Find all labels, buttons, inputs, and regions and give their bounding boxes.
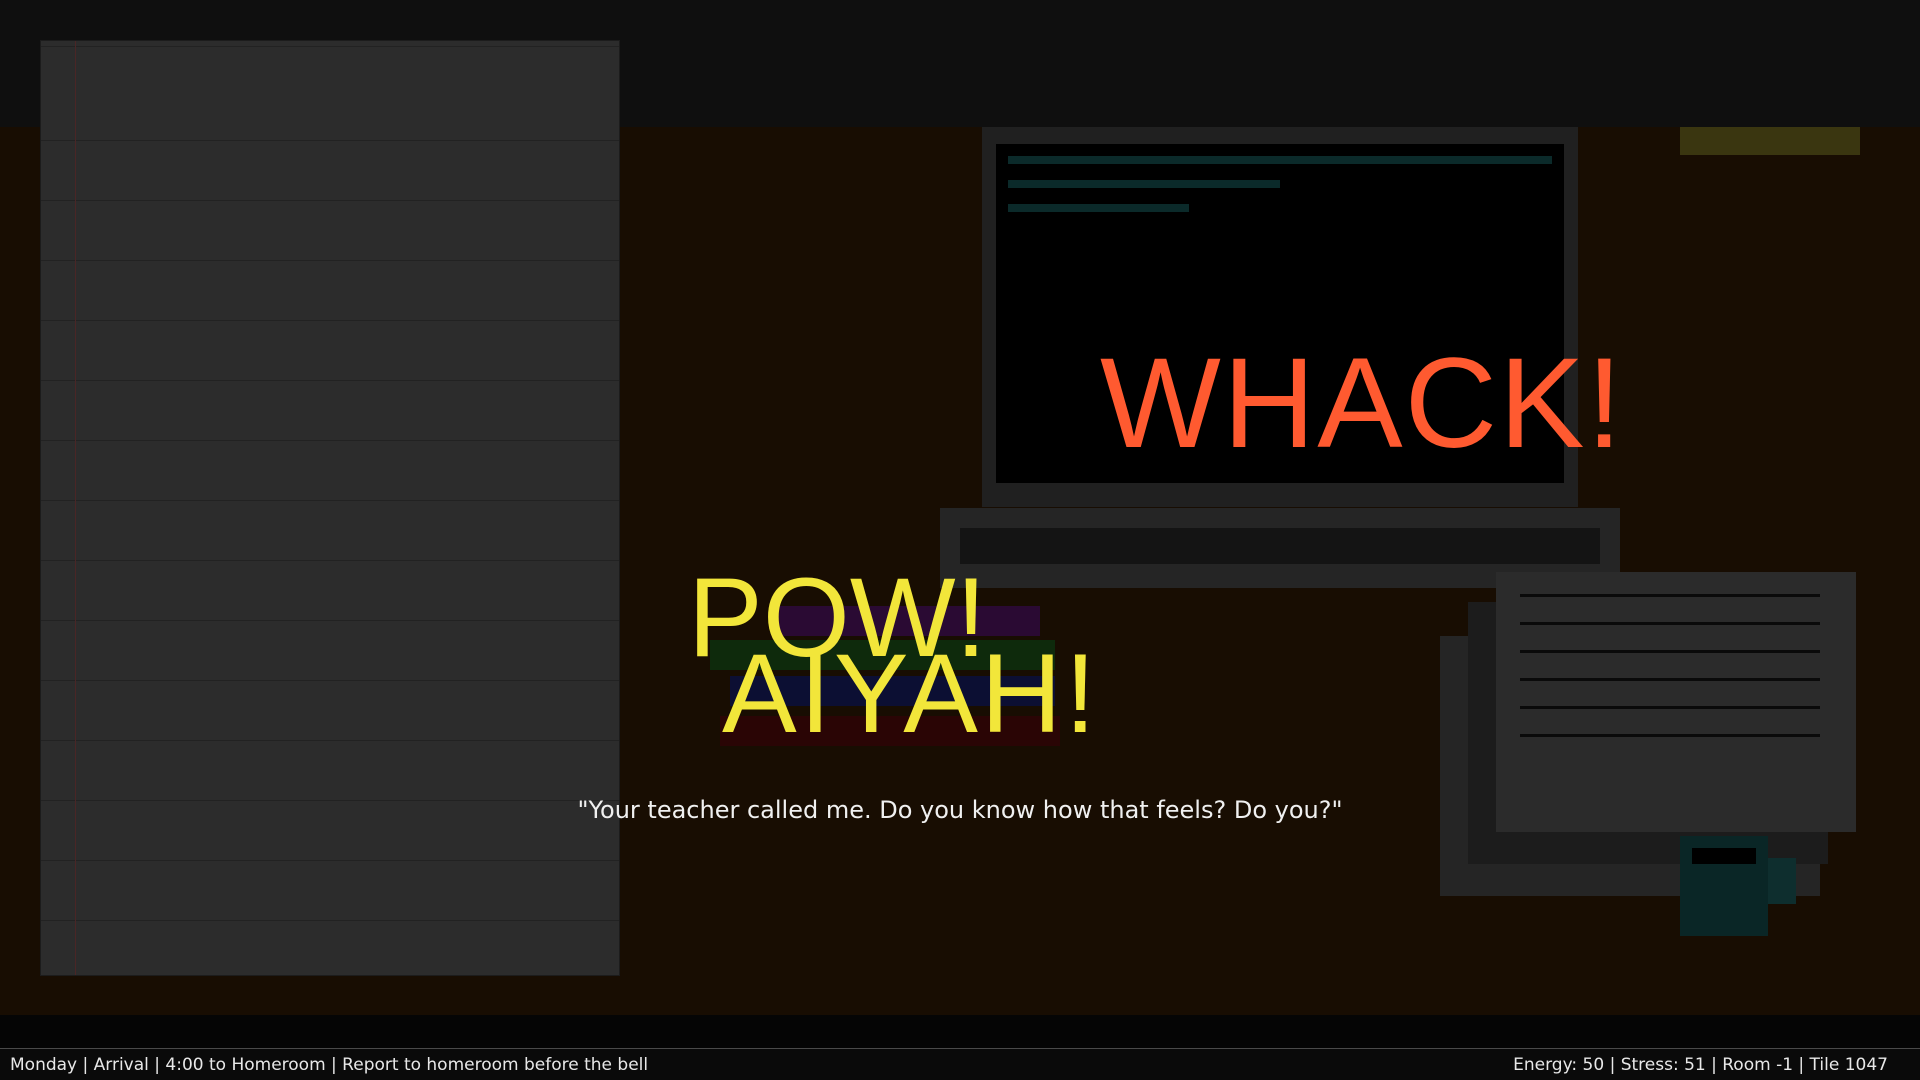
- aiyah-effect-text: AIYAH!: [722, 631, 1099, 756]
- status-left-text: Monday | Arrival | 4:00 to Homeroom | Re…: [10, 1054, 649, 1075]
- whack-effect-text: WHACK!: [1100, 332, 1624, 475]
- game-scene: WHACK! POW! AIYAH! "Your teacher called …: [0, 0, 1920, 1080]
- desk-edge: [0, 1015, 1920, 1048]
- screen-text-line: [1008, 180, 1280, 188]
- screen-text-line: [1008, 156, 1552, 164]
- mug-rim: [1692, 848, 1756, 864]
- keyboard-keys: [960, 528, 1600, 564]
- mug-handle: [1768, 858, 1796, 904]
- screen-text-line: [1008, 204, 1189, 212]
- paper-stack-front: [1496, 572, 1856, 832]
- paper-line: [1520, 622, 1820, 625]
- coffee-mug: [1680, 836, 1768, 936]
- paper-line: [1520, 734, 1820, 737]
- notebook-paper: [40, 40, 620, 976]
- notebook-margin-line: [75, 41, 76, 975]
- paper-line: [1520, 650, 1820, 653]
- status-bar: Monday | Arrival | 4:00 to Homeroom | Re…: [0, 1048, 1920, 1080]
- status-right-text: Energy: 50 | Stress: 51 | Room -1 | Tile…: [1513, 1054, 1888, 1075]
- dialogue-text: "Your teacher called me. Do you know how…: [577, 796, 1343, 824]
- paper-line: [1520, 678, 1820, 681]
- sticky-note: [1680, 127, 1860, 155]
- paper-line: [1520, 594, 1820, 597]
- paper-line: [1520, 706, 1820, 709]
